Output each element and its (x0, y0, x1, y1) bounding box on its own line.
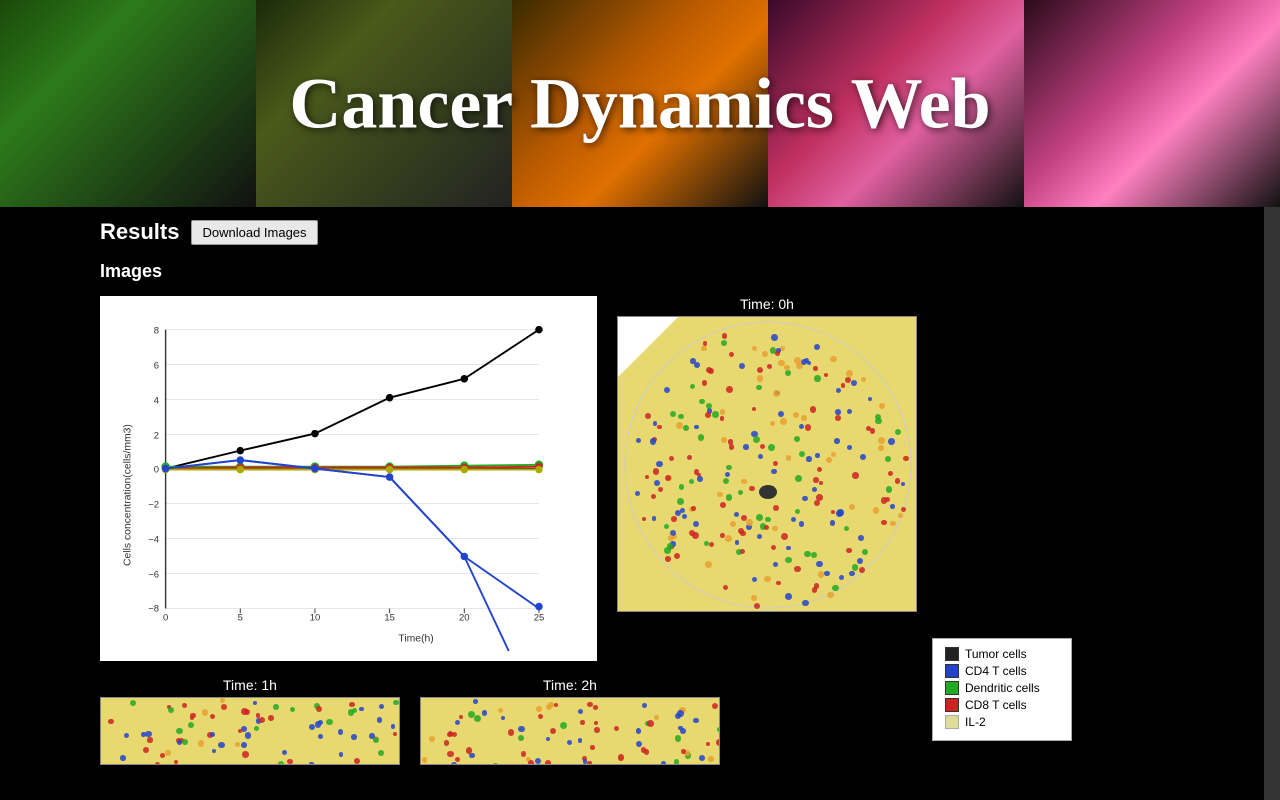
svg-text:−6: −6 (148, 569, 159, 580)
legend-item-tumor: Tumor cells (945, 647, 1059, 661)
legend-box: Tumor cells CD4 T cells Dendritic cells … (932, 638, 1072, 741)
svg-text:8: 8 (154, 325, 159, 336)
svg-text:10: 10 (310, 613, 321, 624)
scatter-time-label-1h: Time: 1h (100, 677, 400, 693)
svg-text:Time(h): Time(h) (398, 634, 433, 645)
svg-text:2: 2 (154, 430, 159, 441)
banner-segment-5 (1024, 0, 1280, 207)
header-banner: Cancer Dynamics Web (0, 0, 1280, 207)
images-row-1: Cells concentration(cells/mm3) Time(h) (100, 296, 1180, 661)
legend-label-dendritic: Dendritic cells (965, 681, 1040, 695)
svg-text:Cells concentration(cells/mm3): Cells concentration(cells/mm3) (123, 424, 134, 566)
svg-text:0: 0 (163, 613, 168, 624)
svg-text:20: 20 (459, 613, 470, 624)
svg-text:15: 15 (384, 613, 395, 624)
legend-item-il2: IL-2 (945, 715, 1059, 729)
line-chart: Cells concentration(cells/mm3) Time(h) (110, 306, 587, 651)
line-chart-container: Cells concentration(cells/mm3) Time(h) (100, 296, 597, 661)
scatter-time-label-2h: Time: 2h (420, 677, 720, 693)
legend-color-cd8 (945, 698, 959, 712)
svg-text:6: 6 (154, 360, 159, 371)
download-images-button[interactable]: Download Images (191, 220, 317, 245)
svg-text:0: 0 (154, 464, 159, 475)
legend-label-tumor: Tumor cells (965, 647, 1027, 661)
svg-text:−2: −2 (148, 499, 159, 510)
legend-color-il2 (945, 715, 959, 729)
scatter-plot-2h: Time: 2h (420, 677, 720, 765)
svg-text:4: 4 (154, 395, 159, 406)
svg-text:5: 5 (238, 613, 243, 624)
images-label: Images (100, 261, 1180, 282)
scatter-plot-1h: Time: 1h (100, 677, 400, 765)
legend-label-il2: IL-2 (965, 715, 986, 729)
scatter-image-2h (420, 697, 720, 765)
legend-label-cd8: CD8 T cells (965, 698, 1027, 712)
svg-text:25: 25 (534, 613, 545, 624)
legend-label-cd4: CD4 T cells (965, 664, 1027, 678)
legend-color-dendritic (945, 681, 959, 695)
results-header: Results Download Images (100, 219, 1180, 245)
legend-color-cd4 (945, 664, 959, 678)
scatter-plot-0h: Time: 0h Tumor cells CD4 T cells Dendrit… (617, 296, 917, 661)
site-title: Cancer Dynamics Web (289, 62, 990, 145)
scatter-image-0h (617, 316, 917, 612)
scatter-time-label-0h: Time: 0h (617, 296, 917, 312)
legend-item-cd8: CD8 T cells (945, 698, 1059, 712)
scatter-image-1h (100, 697, 400, 765)
legend-color-tumor (945, 647, 959, 661)
main-content: Results Download Images Images Cells con… (0, 207, 1280, 777)
legend-item-dendritic: Dendritic cells (945, 681, 1059, 695)
results-title: Results (100, 219, 179, 245)
svg-text:−8: −8 (148, 603, 159, 614)
legend-item-cd4: CD4 T cells (945, 664, 1059, 678)
banner-segment-1 (0, 0, 256, 207)
svg-text:−4: −4 (148, 534, 159, 545)
